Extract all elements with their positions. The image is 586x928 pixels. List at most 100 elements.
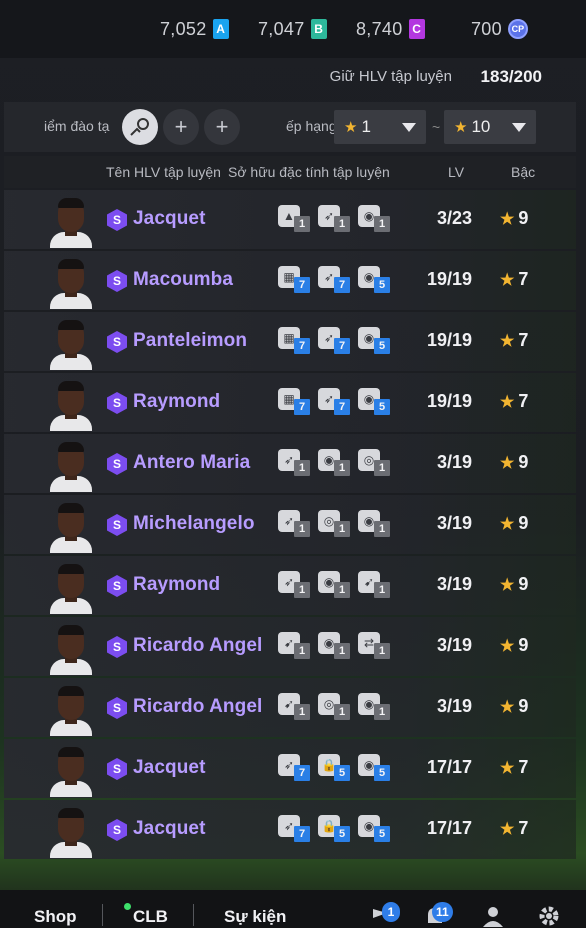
- coach-row[interactable]: S Antero Maria ➶ 1 ◉ 1 ◎ 1 3/19 ★ 9: [4, 434, 576, 493]
- currency-a-value: 7,052: [160, 18, 207, 39]
- trait-level: 7: [294, 338, 310, 354]
- coach-level: 3/19: [436, 635, 472, 655]
- trait-slot[interactable]: ◉ 5: [358, 266, 392, 294]
- coach-avatar: [48, 808, 94, 858]
- nav-events[interactable]: Sự kiện: [224, 907, 286, 927]
- coach-grade-value: 9: [518, 513, 529, 533]
- coach-row[interactable]: S Macoumba ▦ 7 ➶ 7 ◉ 5 19/19 ★ 7: [4, 251, 576, 310]
- coach-row[interactable]: S Jacquet ➶ 7 🔒 5 ◉ 5 17/17 ★ 7: [4, 739, 576, 798]
- trait-slot[interactable]: ◉ 5: [358, 754, 392, 782]
- nav-clb[interactable]: CLB: [133, 907, 168, 927]
- coach-row[interactable]: S Panteleimon ▦ 7 ➶ 7 ◉ 5 19/19 ★ 7: [4, 312, 576, 371]
- trait-slot[interactable]: ➶ 7: [278, 754, 312, 782]
- column-traits[interactable]: Sở hữu đặc tính tập luyện: [228, 164, 390, 180]
- trait-slot[interactable]: ◉ 1: [358, 510, 392, 538]
- coach-traits: ▦ 7 ➶ 7 ◉ 5: [278, 327, 392, 355]
- rank-max-value: 10: [471, 117, 491, 136]
- trait-slot[interactable]: ➹ 1: [358, 571, 392, 599]
- coach-row[interactable]: S Ricardo Angel ➹ 1 ◎ 1 ◉ 1 3/19 ★ 9: [4, 678, 576, 737]
- trait-slot[interactable]: ⇄ 1: [358, 632, 392, 660]
- trait-slot[interactable]: ▲ 1: [278, 205, 312, 233]
- currency-b-icon: B: [310, 19, 327, 39]
- trait-slot[interactable]: ➶ 1: [318, 205, 352, 233]
- coach-level: 3/19: [436, 696, 472, 716]
- trait-level: 7: [294, 826, 310, 842]
- trait-slot[interactable]: ◉ 1: [358, 693, 392, 721]
- trait-slot[interactable]: ◎ 1: [358, 449, 392, 477]
- add-filter-button-2[interactable]: +: [204, 109, 240, 145]
- coach-row[interactable]: S Jacquet ➶ 7 🔒 5 ◉ 5 17/17 ★ 7: [4, 800, 576, 859]
- coach-grade-value: 9: [518, 696, 529, 716]
- trait-slot[interactable]: ◎ 1: [318, 510, 352, 538]
- coach-row[interactable]: S Jacquet ▲ 1 ➶ 1 ◉ 1 3/23 ★ 9: [4, 190, 576, 249]
- nav-settings-button[interactable]: [534, 904, 564, 928]
- trait-slot[interactable]: ◉ 5: [358, 815, 392, 843]
- star-icon: ★: [500, 821, 515, 838]
- trait-level: 5: [374, 765, 390, 781]
- trait-slot[interactable]: ➶ 7: [278, 815, 312, 843]
- trait-slot[interactable]: ◉ 1: [318, 449, 352, 477]
- trait-slot[interactable]: ➹ 1: [278, 632, 312, 660]
- trait-slot[interactable]: ◉ 1: [318, 632, 352, 660]
- coach-traits: ➶ 1 ◉ 1 ➹ 1: [278, 571, 392, 599]
- nav-flag-button[interactable]: 1: [366, 902, 400, 928]
- coach-grade: ★ 9: [500, 208, 528, 229]
- plus-icon: +: [215, 114, 229, 139]
- trait-level: 1: [294, 216, 310, 232]
- trait-slot[interactable]: ▦ 7: [278, 388, 312, 416]
- coach-grade-value: 7: [518, 391, 529, 411]
- trait-slot[interactable]: ➶ 7: [318, 388, 352, 416]
- rank-min-select[interactable]: ★ 1: [334, 110, 426, 144]
- trait-slot[interactable]: ◉ 1: [318, 571, 352, 599]
- trait-slot[interactable]: ◉ 5: [358, 327, 392, 355]
- trait-slot[interactable]: 🔒 5: [318, 754, 352, 782]
- nav-divider: [193, 904, 194, 926]
- coach-traits: ▲ 1 ➶ 1 ◉ 1: [278, 205, 392, 233]
- nav-profile-button[interactable]: [478, 904, 508, 928]
- column-lv[interactable]: LV: [448, 164, 464, 180]
- coach-traits: ▦ 7 ➶ 7 ◉ 5: [278, 388, 392, 416]
- trait-slot[interactable]: 🔒 5: [318, 815, 352, 843]
- trait-slot[interactable]: ➶ 1: [278, 571, 312, 599]
- column-header: Tên HLV tập luyện Sở hữu đặc tính tập lu…: [4, 156, 576, 188]
- nav-bell-button[interactable]: 11: [420, 902, 453, 928]
- column-grade[interactable]: Bậc: [511, 164, 535, 180]
- rank-label: ếp hạng: [286, 118, 337, 134]
- rank-max-select[interactable]: ★ 10: [444, 110, 536, 144]
- range-separator: ~: [432, 119, 441, 135]
- trait-level: 1: [294, 704, 310, 720]
- trait-slot[interactable]: ➹ 1: [278, 693, 312, 721]
- coach-name: Michelangelo: [133, 513, 255, 534]
- coach-level: 3/19: [436, 574, 472, 594]
- coach-grade-value: 9: [518, 452, 529, 472]
- trait-slot[interactable]: ▦ 7: [278, 266, 312, 294]
- coach-name: Jacquet: [133, 818, 206, 839]
- trait-level: 1: [334, 643, 350, 659]
- trait-slot[interactable]: ◉ 5: [358, 388, 392, 416]
- trait-slot[interactable]: ◉ 1: [358, 205, 392, 233]
- coach-name: Macoumba: [133, 269, 234, 290]
- trait-slot[interactable]: ▦ 7: [278, 327, 312, 355]
- person-icon: [483, 907, 503, 927]
- coach-row[interactable]: S Michelangelo ➶ 1 ◎ 1 ◉ 1 3/19 ★ 9: [4, 495, 576, 554]
- column-name[interactable]: Tên HLV tập luyện: [106, 164, 221, 180]
- coach-grade: ★ 9: [500, 696, 528, 717]
- nav-divider: [102, 904, 103, 926]
- coach-grade-value: 7: [518, 330, 529, 350]
- trait-slot[interactable]: ➶ 1: [278, 449, 312, 477]
- trait-slot[interactable]: ➶ 1: [278, 510, 312, 538]
- trait-level: 1: [294, 521, 310, 537]
- add-filter-button-1[interactable]: +: [163, 109, 199, 145]
- nav-shop[interactable]: Shop: [34, 907, 77, 927]
- coach-name: Jacquet: [133, 757, 206, 778]
- coach-row[interactable]: S Ricardo Angel ➹ 1 ◉ 1 ⇄ 1 3/19 ★ 9: [4, 617, 576, 676]
- trait-level: 7: [294, 399, 310, 415]
- coach-row[interactable]: S Raymond ➶ 1 ◉ 1 ➹ 1 3/19 ★ 9: [4, 556, 576, 615]
- trait-slot[interactable]: ◎ 1: [318, 693, 352, 721]
- trait-slot[interactable]: ➶ 7: [318, 327, 352, 355]
- training-filter-button[interactable]: [122, 109, 158, 145]
- trait-level: 1: [294, 460, 310, 476]
- coach-traits: ➶ 1 ◉ 1 ◎ 1: [278, 449, 392, 477]
- trait-slot[interactable]: ➶ 7: [318, 266, 352, 294]
- coach-row[interactable]: S Raymond ▦ 7 ➶ 7 ◉ 5 19/19 ★ 7: [4, 373, 576, 432]
